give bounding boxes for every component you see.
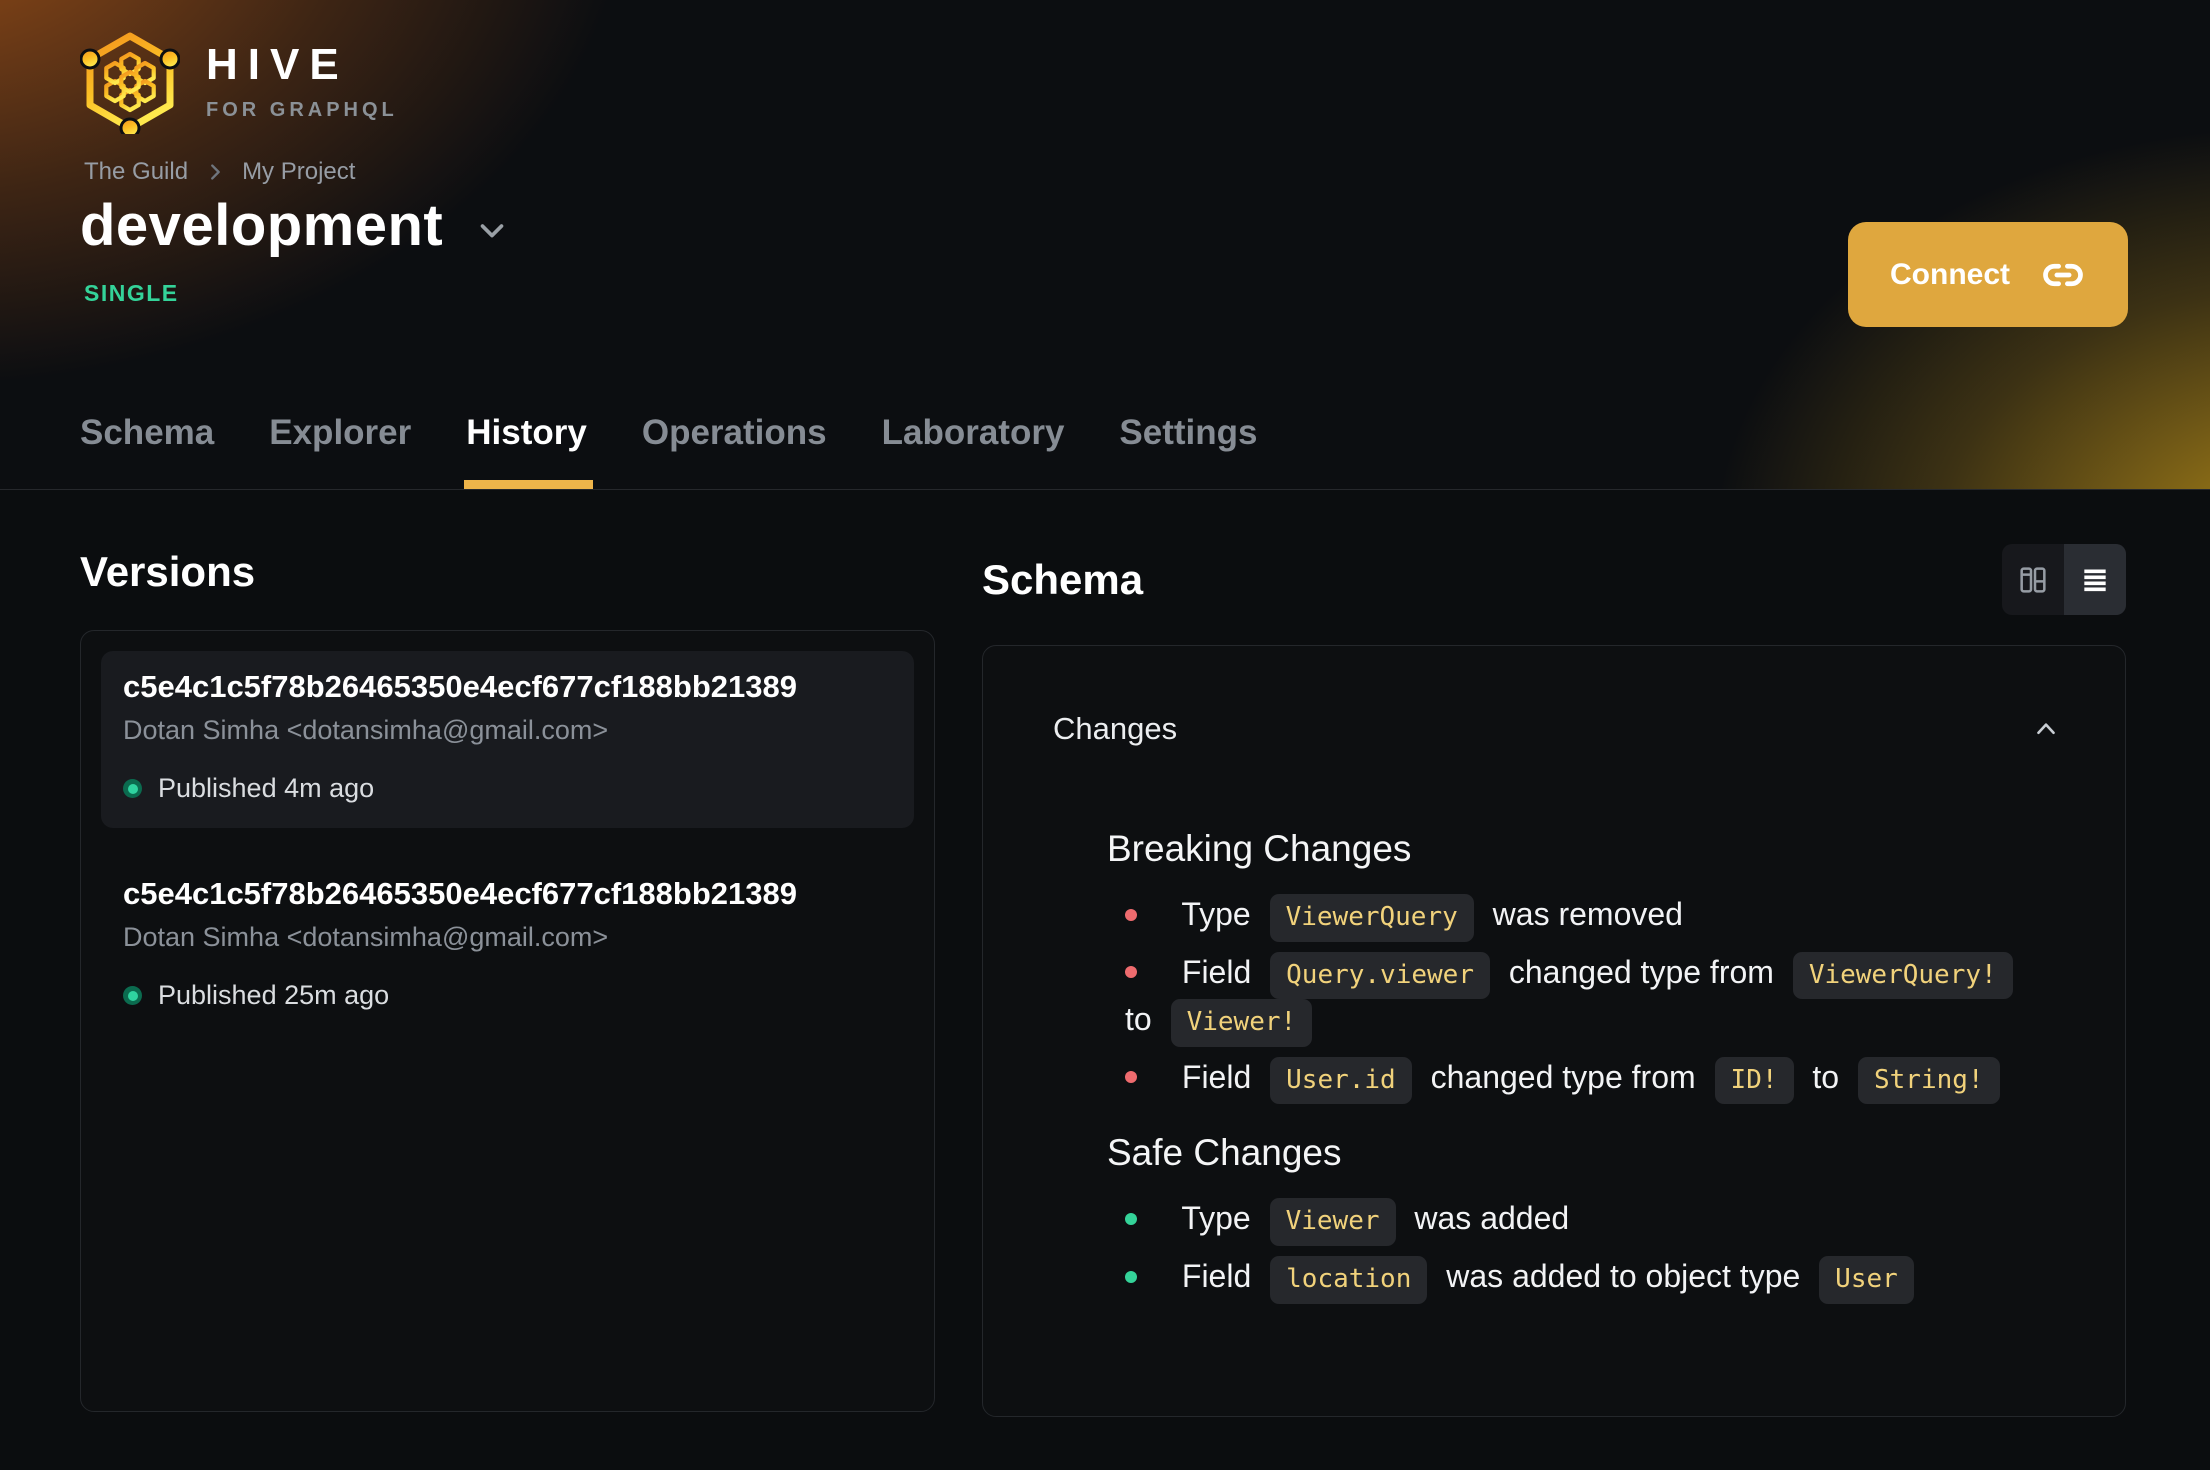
hive-honeycomb-hexagon-icon [80,32,180,134]
version-list-item[interactable]: c5e4c1c5f78b26465350e4ecf677cf188bb21389… [101,651,914,828]
breadcrumb-org[interactable]: The Guild [84,158,188,186]
brand-logo[interactable]: HIVE FOR GRAPHQL [80,30,398,134]
safe-changes-heading: Safe Changes [1107,1132,1342,1174]
connect-label: Connect [1890,257,2010,291]
version-list-item[interactable]: c5e4c1c5f78b26465350e4ecf677cf188bb21389… [101,858,914,1035]
brand-tagline: FOR GRAPHQL [206,98,398,121]
change-fragment: to Viewer! [1125,999,1322,1047]
code-chip: ID! [1714,1056,1794,1105]
breaking-change-list: Type ViewerQuery was removed Field Query… [1107,894,2055,1105]
chevron-down-icon[interactable] [473,211,511,249]
link-icon [2043,263,2083,286]
tab-bar: Schema Explorer History Operations Laborator… [80,413,1258,489]
change-item: Field location was added to object type … [1125,1255,2055,1304]
schema-heading: Schema [982,555,1144,603]
target-type-badge: SINGLE [84,280,179,306]
change-item: Type ViewerQuery was removed [1125,894,2055,942]
version-author: Dotan Simha <dotansimha@gmail.com> [123,715,609,745]
change-text: Field [1173,1058,1261,1095]
version-status-text: Published 25m ago [158,980,390,1010]
page-title: development [80,193,444,258]
changes-title: Changes [1053,711,1178,746]
code-chip: Viewer [1269,1198,1396,1246]
breaking-changes-heading: Breaking Changes [1107,828,1412,869]
tab-laboratory[interactable]: Laboratory [882,413,1065,489]
version-hash: c5e4c1c5f78b26465350e4ecf677cf188bb21389 [123,876,797,911]
breadcrumb: The Guild My Project [84,158,355,186]
published-dot-icon [123,986,142,1005]
published-dot-icon [123,779,142,798]
change-text: Field [1173,1257,1261,1294]
changes-header[interactable]: Changes [983,646,2125,750]
change-text: changed type from [1421,1058,1705,1095]
change-text: was added to object type [1437,1257,1810,1294]
code-chip: User.id [1270,1056,1412,1105]
schema-column: Schema Changes Breaking Changes Type Vie… [982,530,2126,1417]
bullet-icon [1125,1270,1137,1283]
code-chip: Viewer! [1170,999,1313,1047]
tab-operations[interactable]: Operations [642,413,827,489]
tab-settings[interactable]: Settings [1119,413,1257,489]
code-chip: ViewerQuery [1269,894,1474,942]
versions-column: Versions c5e4c1c5f78b26465350e4ecf677cf1… [80,530,935,1417]
version-status-text: Published 4m ago [158,773,375,803]
list-view-button[interactable] [2064,544,2126,615]
changes-body: Breaking Changes Type ViewerQuery was re… [983,750,2125,1304]
code-chip: Query.viewer [1270,951,1490,1000]
change-item: Field Query.viewer changed type from Vie… [1125,951,2055,1047]
breadcrumb-project[interactable]: My Project [242,158,355,186]
change-text: to [1803,1058,1848,1095]
change-text: was removed [1483,896,1683,932]
versions-heading: Versions [80,548,256,595]
version-author: Dotan Simha <dotansimha@gmail.com> [123,922,609,952]
tab-schema[interactable]: Schema [80,413,214,489]
target-selector[interactable]: development [80,194,511,258]
bullet-icon [1125,908,1137,921]
code-chip: ViewerQuery! [1792,951,2013,1000]
bullet-icon [1125,1071,1137,1084]
change-text: changed type from [1499,953,1783,990]
bullet-icon [1125,1212,1137,1225]
change-text: Field [1173,953,1261,990]
code-chip: String! [1857,1056,2000,1105]
tab-history[interactable]: History [464,413,593,489]
version-status: Published 4m ago [123,773,892,804]
tab-explorer[interactable]: Explorer [269,413,411,489]
change-text: Type [1173,1200,1260,1237]
change-text: Type [1173,896,1260,932]
change-fragment: to String! [1803,1056,2010,1105]
connect-button[interactable]: Connect [1848,222,2128,327]
view-toggle [2002,544,2126,615]
change-item: Type Viewer was added [1125,1198,2055,1246]
columns-icon [2020,566,2046,593]
code-chip: location [1270,1255,1428,1304]
version-status: Published 25m ago [123,980,892,1011]
safe-change-list: Type Viewer was added Field location was… [1107,1198,2055,1304]
chevron-right-icon [211,164,220,180]
change-text: to [1125,1001,1161,1038]
brand-name: HIVE [206,39,349,89]
diff-view-button[interactable] [2002,544,2064,615]
change-text: was added [1405,1200,1570,1237]
header: HIVE FOR GRAPHQL The Guild My Project de… [0,0,2210,490]
list-icon [2084,569,2106,591]
code-chip: User [1819,1255,1914,1304]
changes-panel: Changes Breaking Changes Type ViewerQuer… [982,645,2126,1417]
versions-panel: c5e4c1c5f78b26465350e4ecf677cf188bb21389… [80,630,935,1412]
bullet-icon [1125,966,1137,979]
chevron-up-icon[interactable] [2031,714,2061,744]
main-content: Versions c5e4c1c5f78b26465350e4ecf677cf1… [0,490,2210,1417]
version-hash: c5e4c1c5f78b26465350e4ecf677cf188bb21389 [123,669,797,704]
change-item: Field User.id changed type from ID! to S… [1125,1056,2055,1105]
